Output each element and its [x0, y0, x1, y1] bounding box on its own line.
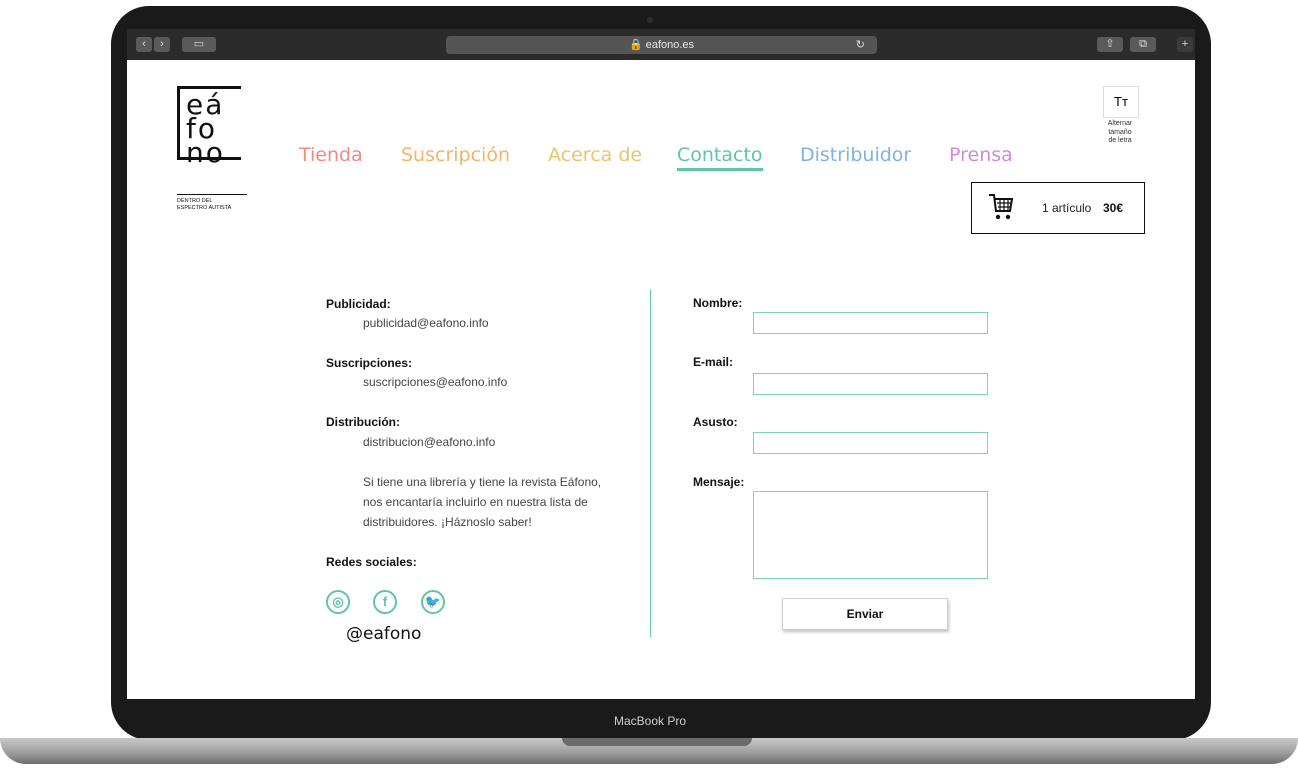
font-size-toggle-button[interactable]: Tт	[1103, 86, 1139, 118]
cart-total: 30€	[1103, 201, 1124, 215]
subject-input[interactable]	[753, 432, 988, 454]
share-button[interactable]: ⇧	[1097, 37, 1123, 52]
facebook-icon[interactable]: f	[373, 590, 397, 614]
suscripciones-email[interactable]: suscripciones@eafono.info	[363, 375, 507, 389]
nav-acerca-de[interactable]: Acerca de	[548, 144, 642, 166]
back-button[interactable]: ‹	[136, 37, 152, 52]
cart-summary[interactable]: 1 artículo 30€	[971, 182, 1145, 234]
name-label: Nombre:	[693, 296, 743, 310]
url-text: eafono.es	[645, 39, 695, 51]
tabs-button[interactable]: ⧉	[1130, 37, 1156, 52]
message-label: Mensaje:	[693, 475, 745, 489]
nav-suscripcion[interactable]: Suscripción	[401, 144, 510, 166]
font-size-toggle-label: Alternar tamaño de letra	[1093, 120, 1147, 146]
laptop-notch	[562, 738, 752, 746]
sidebar-button[interactable]: ▭	[182, 37, 216, 52]
twitter-icon[interactable]: 🐦	[421, 590, 445, 614]
device-label: MacBook Pro	[613, 714, 687, 728]
publicidad-label: Publicidad:	[326, 297, 391, 311]
name-input[interactable]	[753, 312, 988, 334]
nav-contacto[interactable]: Contacto	[677, 144, 763, 166]
email-label: E-mail:	[693, 355, 734, 369]
distribucion-note-2: nos encantaría incluirlo en nuestra list…	[363, 495, 588, 509]
nav-active-underline	[677, 168, 763, 171]
address-bar[interactable]: 🔒 eafono.es ↻	[446, 36, 877, 54]
message-textarea[interactable]	[753, 491, 988, 579]
subject-label: Asusto:	[693, 415, 738, 429]
browser-toolbar: ‹ › ▭ 🔒 eafono.es ↻ ⇧ ⧉ +	[127, 29, 1195, 60]
cart-count: 1 artículo	[1042, 201, 1092, 215]
distribucion-email[interactable]: distribucion@eafono.info	[363, 435, 495, 449]
reload-icon[interactable]: ↻	[856, 36, 865, 54]
logo-divider	[177, 194, 247, 195]
logo-mark: eá fo no	[177, 86, 241, 167]
publicidad-email[interactable]: publicidad@eafono.info	[363, 316, 489, 330]
forward-button[interactable]: ›	[154, 37, 170, 52]
suscripciones-label: Suscripciones:	[326, 356, 413, 370]
distribucion-note-1: Si tiene una librería y tiene la revista…	[363, 475, 602, 489]
social-handle: @eafono	[346, 624, 422, 644]
nav-tienda[interactable]: Tienda	[299, 144, 363, 166]
distribucion-label: Distribución:	[326, 415, 400, 429]
logo[interactable]: eá fo no DENTRO DEL ESPECTRO AUTISTA	[177, 86, 247, 211]
nav-distribuidor[interactable]: Distribuidor	[800, 144, 911, 166]
lock-icon: 🔒	[628, 39, 643, 51]
font-toggle-label-2: tamaño	[1108, 128, 1132, 136]
camera	[647, 17, 653, 23]
social-label: Redes sociales:	[326, 555, 417, 569]
nav-prensa[interactable]: Prensa	[949, 144, 1013, 166]
logo-subtitle-2: ESPECTRO AUTISTA	[177, 204, 232, 211]
submit-button[interactable]: Enviar	[782, 598, 948, 630]
font-toggle-label-1: Alternar	[1107, 120, 1133, 127]
browser-window: ‹ › ▭ 🔒 eafono.es ↻ ⇧ ⧉ + eá fo no DENTR…	[127, 29, 1195, 699]
page-content: eá fo no DENTRO DEL ESPECTRO AUTISTA Tie…	[127, 60, 1195, 699]
logo-subtitle: DENTRO DEL ESPECTRO AUTISTA	[177, 198, 267, 211]
font-toggle-label-3: de letra	[1108, 137, 1132, 144]
column-divider	[650, 289, 651, 637]
instagram-icon[interactable]: ◎	[326, 590, 350, 614]
distribucion-note-3: distribuidores. ¡Háznoslo saber!	[363, 515, 532, 529]
cart-icon	[989, 194, 1014, 220]
new-tab-button[interactable]: +	[1177, 37, 1193, 52]
logo-line-3: no	[186, 136, 225, 169]
email-input[interactable]	[753, 373, 988, 395]
